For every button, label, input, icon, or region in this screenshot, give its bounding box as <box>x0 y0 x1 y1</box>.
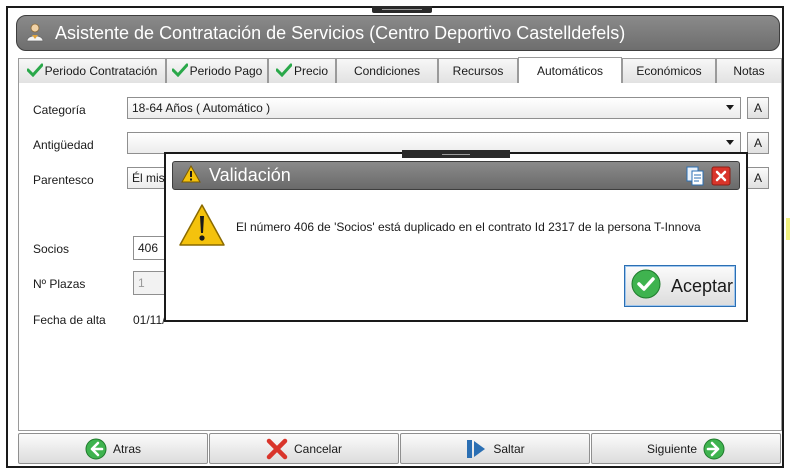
tab-economicos[interactable]: Económicos <box>622 58 716 83</box>
fecha-alta-value: 01/11/ <box>133 313 166 327</box>
arrow-right-icon <box>703 438 725 460</box>
categoria-select[interactable]: 18-64 Años ( Automático ) <box>127 97 741 119</box>
cancel-icon <box>266 438 288 460</box>
cancelar-button[interactable]: Cancelar <box>209 433 399 464</box>
socios-label: Socios <box>33 242 70 256</box>
check-icon <box>26 63 44 80</box>
saltar-button[interactable]: Saltar <box>400 433 590 464</box>
tab-periodo-pago[interactable]: Periodo Pago <box>166 58 268 83</box>
check-circle-icon <box>631 269 661 304</box>
window-title: Asistente de Contratación de Servicios (… <box>55 22 626 43</box>
copy-icon[interactable] <box>685 166 705 189</box>
dialog-titlebar[interactable]: Validación <box>172 161 740 190</box>
parentesco-label: Parentesco <box>33 173 94 187</box>
close-icon[interactable] <box>711 166 731 189</box>
fecha-alta-label: Fecha de alta <box>33 313 106 327</box>
warning-icon <box>178 203 226 250</box>
tab-strip: Periodo Contratación Periodo Pago Precio… <box>18 57 782 83</box>
chevron-down-icon <box>726 140 734 145</box>
arrow-left-icon <box>85 438 107 460</box>
tab-precio[interactable]: Precio <box>268 58 336 83</box>
siguiente-button[interactable]: Siguiente <box>591 433 781 464</box>
dialog-drag-handle[interactable] <box>402 150 510 158</box>
categoria-label: Categoría <box>33 103 86 117</box>
antiguedad-a-button[interactable]: A <box>747 132 769 154</box>
user-icon <box>25 22 45 45</box>
window-titlebar[interactable]: Asistente de Contratación de Servicios (… <box>16 15 780 51</box>
tab-periodo-contratacion[interactable]: Periodo Contratación <box>18 58 166 83</box>
chevron-down-icon <box>726 105 734 110</box>
check-icon <box>275 63 293 80</box>
categoria-a-button[interactable]: A <box>747 97 769 119</box>
wizard-nav-bar: Atras Cancelar Saltar Siguiente <box>18 433 782 465</box>
plazas-label: Nº Plazas <box>33 277 86 291</box>
dialog-title-icons <box>685 166 731 189</box>
parentesco-a-button[interactable]: A <box>747 167 769 189</box>
aceptar-button[interactable]: Aceptar <box>624 265 736 307</box>
tab-notas[interactable]: Notas <box>716 58 782 83</box>
validation-dialog: Validación El número 406 de 'Socios' est… <box>164 150 748 322</box>
tab-condiciones[interactable]: Condiciones <box>336 58 438 83</box>
dialog-message: El número 406 de 'Socios' está duplicado… <box>236 220 701 234</box>
tab-automaticos[interactable]: Automáticos <box>518 57 622 83</box>
tab-recursos[interactable]: Recursos <box>438 58 518 83</box>
check-icon <box>171 63 189 80</box>
warning-icon <box>181 164 201 186</box>
dialog-title: Validación <box>209 165 291 185</box>
antiguedad-label: Antigüedad <box>33 138 94 152</box>
window-drag-handle[interactable] <box>372 6 432 13</box>
background-edge <box>786 218 790 240</box>
atras-button[interactable]: Atras <box>18 433 208 464</box>
skip-icon <box>465 438 487 460</box>
